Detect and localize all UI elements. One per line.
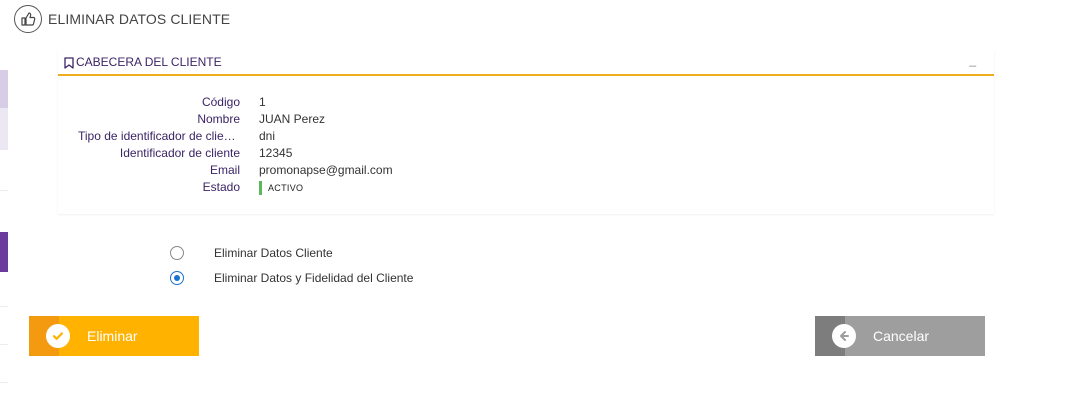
cancel-button[interactable]: Cancelar xyxy=(815,316,985,356)
field-label: Estado xyxy=(202,180,240,194)
sidebar-edge-divider xyxy=(0,382,8,383)
radio-delete-data-loyalty[interactable] xyxy=(170,271,184,285)
field-label: Tipo de identificador de cliente xyxy=(78,129,240,143)
page-header: ELIMINAR DATOS CLIENTE xyxy=(14,4,230,34)
field-label: Nombre xyxy=(197,112,240,126)
page-title: ELIMINAR DATOS CLIENTE xyxy=(48,11,231,27)
sidebar-edge-divider xyxy=(0,344,8,345)
field-label: Identificador de cliente xyxy=(119,146,240,160)
option-delete-data-loyalty[interactable]: Eliminar Datos y Fidelidad del Cliente xyxy=(170,271,413,285)
sidebar-edge-item xyxy=(0,70,8,108)
field-label: Email xyxy=(209,163,240,177)
panel-header: CABECERA DEL CLIENTE _ xyxy=(58,50,994,76)
option-label[interactable]: Eliminar Datos Cliente xyxy=(214,246,333,260)
check-circle-icon xyxy=(46,324,70,348)
thumbs-up-icon xyxy=(14,5,42,33)
sidebar-edge-divider xyxy=(0,306,8,307)
sidebar-edge-item xyxy=(0,108,8,150)
delete-button[interactable]: Eliminar xyxy=(29,316,199,356)
option-delete-data[interactable]: Eliminar Datos Cliente xyxy=(170,246,333,260)
panel-title: CABECERA DEL CLIENTE xyxy=(76,55,222,69)
option-label[interactable]: Eliminar Datos y Fidelidad del Cliente xyxy=(214,271,413,285)
sidebar-edge-active-item xyxy=(0,232,8,272)
field-value-nombre: JUAN Perez xyxy=(259,112,326,126)
field-value-email: promonapse@gmail.com xyxy=(259,163,393,177)
status-badge: ACTIVO xyxy=(259,181,303,195)
arrow-left-circle-icon xyxy=(832,324,856,348)
delete-button-label[interactable]: Eliminar xyxy=(87,328,138,344)
field-value-identificador: 12345 xyxy=(259,146,293,160)
field-value-tipo-identificador: dni xyxy=(259,129,276,143)
radio-delete-data[interactable] xyxy=(170,246,184,260)
field-label: Código xyxy=(201,95,240,109)
cancel-button-label[interactable]: Cancelar xyxy=(873,328,929,344)
sidebar-edge-divider xyxy=(0,190,8,191)
collapse-button[interactable]: _ xyxy=(969,53,976,67)
field-value-codigo: 1 xyxy=(259,95,266,109)
bookmark-icon xyxy=(64,56,74,74)
